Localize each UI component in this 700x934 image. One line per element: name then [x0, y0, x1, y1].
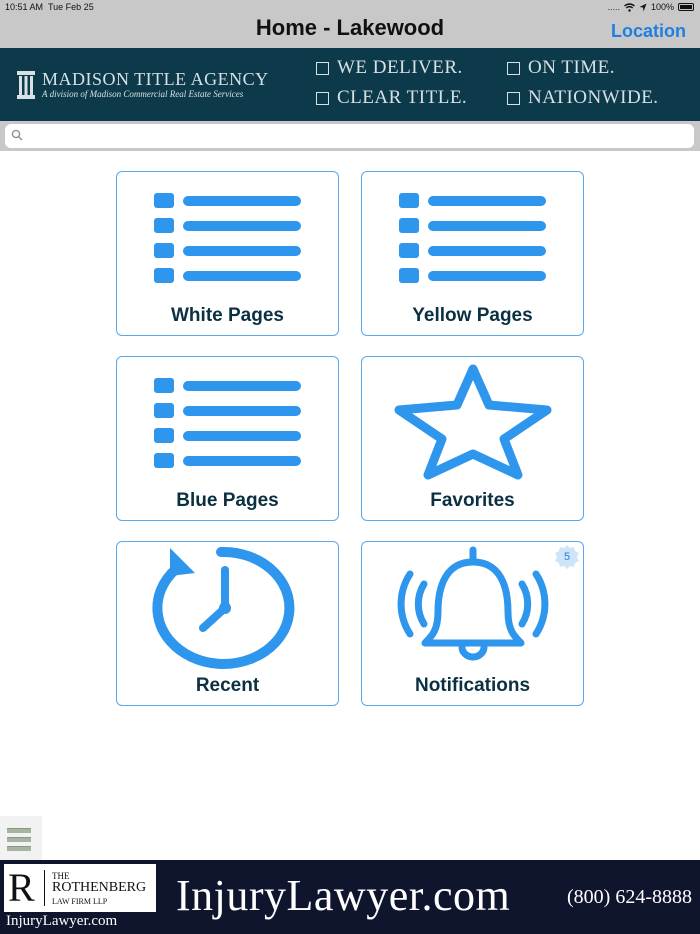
tile-label: Favorites — [430, 490, 515, 511]
bottom-banner-ad[interactable]: R THE ROTHENBERG LAW FIRM LLP InjuryLawy… — [0, 860, 700, 934]
app-root: 10:51 AM Tue Feb 25 ..... 100% Home - La… — [0, 0, 700, 934]
firm-divider — [44, 870, 45, 906]
search-bar — [0, 121, 700, 151]
tile-label: White Pages — [171, 305, 284, 326]
tile-label: Notifications — [414, 675, 531, 696]
notifications-tile[interactable]: 5 Notifications — [361, 541, 584, 706]
status-bar: 10:51 AM Tue Feb 25 ..... 100% — [0, 0, 700, 14]
checkbox-icon — [316, 91, 329, 105]
banner-brand: MADISON TITLE AGENCY — [42, 69, 269, 89]
status-indicators: ..... 100% — [607, 2, 694, 12]
bell-ringing-icon — [397, 546, 549, 661]
banner-claim: WE DELIVER. — [316, 57, 463, 79]
notification-badge: 5 — [553, 544, 581, 572]
status-date: Tue Feb 25 — [48, 2, 94, 12]
banner-claim-text: WE DELIVER. — [337, 57, 463, 78]
banner-claim: NATIONWIDE. — [507, 87, 659, 109]
notification-count: 5 — [563, 551, 571, 563]
banner-claim: ON TIME. — [507, 57, 615, 79]
hamburger-menu-icon[interactable] — [0, 816, 42, 860]
menu-line — [7, 837, 31, 842]
battery-percent: 100% — [650, 2, 674, 12]
list-icon — [154, 193, 301, 283]
tile-label: Blue Pages — [176, 490, 279, 511]
blue-pages-tile[interactable]: Blue Pages — [116, 356, 339, 521]
search-icon — [11, 129, 23, 141]
column-logo-icon — [17, 71, 35, 99]
recent-tile[interactable]: Recent — [116, 541, 339, 706]
firm-name: ROTHENBERG — [52, 880, 147, 895]
firm-suffix: LAW FIRM LLP — [52, 897, 108, 906]
banner-claim-text: CLEAR TITLE. — [337, 87, 468, 108]
location-arrow-icon — [639, 3, 647, 11]
status-time: 10:51 AM — [5, 2, 44, 12]
menu-line — [7, 846, 31, 851]
battery-icon — [678, 3, 694, 11]
tile-label: Yellow Pages — [412, 305, 533, 326]
top-banner-ad[interactable]: MADISON TITLE AGENCY A division of Madis… — [0, 48, 700, 121]
banner-claim-text: NATIONWIDE. — [528, 87, 659, 108]
star-icon — [394, 364, 552, 480]
search-input[interactable] — [27, 126, 687, 146]
banner-claim-text: ON TIME. — [528, 57, 616, 78]
banner-claim: CLEAR TITLE. — [316, 87, 467, 109]
yellow-pages-tile[interactable]: Yellow Pages — [361, 171, 584, 336]
checkbox-icon — [507, 61, 520, 75]
firm-site: InjuryLawyer.com — [6, 913, 118, 929]
history-clock-icon — [152, 546, 295, 669]
menu-line — [7, 828, 31, 833]
page-title: Home - Lakewood — [255, 15, 445, 40]
wifi-icon — [624, 2, 635, 12]
ad-phone: (800) 624-8888 — [567, 886, 692, 908]
checkbox-icon — [507, 91, 520, 105]
favorites-tile[interactable]: Favorites — [361, 356, 584, 521]
list-icon — [154, 378, 301, 468]
list-icon — [399, 193, 546, 283]
banner-tagline: A division of Madison Commercial Real Es… — [42, 89, 244, 99]
white-pages-tile[interactable]: White Pages — [116, 171, 339, 336]
checkbox-icon — [316, 61, 329, 75]
firm-initial: R — [8, 865, 35, 910]
tile-label: Recent — [195, 675, 260, 696]
location-button[interactable]: Location — [611, 21, 686, 42]
nav-bar: Home - Lakewood Location — [0, 14, 700, 48]
search-box[interactable] — [5, 124, 694, 148]
cellular-signal: ..... — [607, 2, 620, 12]
firm-logo: R THE ROTHENBERG LAW FIRM LLP — [4, 864, 156, 912]
ad-headline: InjuryLawyer.com — [176, 871, 511, 920]
